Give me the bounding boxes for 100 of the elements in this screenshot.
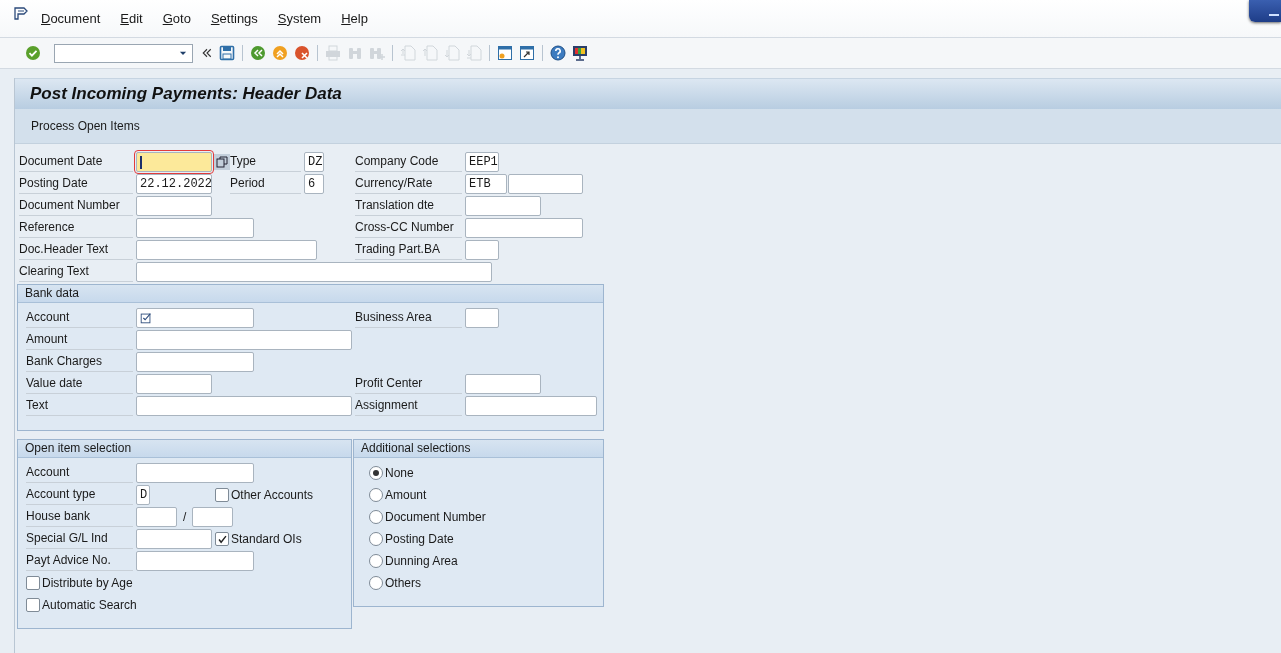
radio-label: None xyxy=(385,466,414,480)
field-label: Posting Date xyxy=(19,174,133,194)
menu-item[interactable]: Help xyxy=(341,11,368,26)
field-label: Text xyxy=(26,396,133,416)
field-label: Translation dte xyxy=(355,196,462,216)
group-title: Additional selections xyxy=(354,440,603,458)
field-label: Document Number xyxy=(19,196,133,216)
menu-item[interactable]: Edit xyxy=(120,11,143,26)
checkbox-label: Automatic Search xyxy=(42,598,137,612)
cancel-icon[interactable] xyxy=(294,45,310,61)
separator-slash: / xyxy=(182,510,188,524)
double-chevron-left-icon[interactable] xyxy=(201,47,213,59)
field-label: Trading Part.BA xyxy=(355,240,462,260)
window-control-button[interactable] xyxy=(1249,0,1281,22)
radio-button[interactable] xyxy=(369,532,383,546)
radio-label: Posting Date xyxy=(385,532,454,546)
group-title: Open item selection xyxy=(18,440,351,458)
menu-item[interactable]: Settings xyxy=(210,11,258,26)
checkbox[interactable] xyxy=(26,576,40,590)
checkbox[interactable] xyxy=(215,532,229,546)
field-label: Clearing Text xyxy=(19,262,133,282)
shortcut-icon[interactable] xyxy=(519,45,535,61)
field-label: Doc.Header Text xyxy=(19,240,133,260)
save-icon[interactable] xyxy=(219,45,235,61)
field-label: Bank Charges xyxy=(26,352,133,372)
input-field[interactable] xyxy=(465,218,583,238)
screen-title: Post Incoming Payments: Header Data xyxy=(30,84,342,104)
required-entry-icon xyxy=(139,311,153,325)
input-field[interactable] xyxy=(136,308,254,328)
input-field[interactable]: 6 xyxy=(304,174,324,194)
checkbox-label: Distribute by Age xyxy=(42,576,133,590)
checkbox-label: Other Accounts xyxy=(231,488,314,502)
radio-label: Amount xyxy=(385,488,427,502)
input-field[interactable] xyxy=(136,218,254,238)
input-field[interactable] xyxy=(136,262,492,282)
input-field[interactable] xyxy=(136,551,254,571)
field-label: Amount xyxy=(26,330,133,350)
input-field[interactable] xyxy=(465,308,499,328)
menu-item[interactable]: Goto xyxy=(162,11,191,26)
input-field[interactable] xyxy=(465,374,541,394)
enter-icon[interactable] xyxy=(25,45,41,61)
field-label: Currency/Rate xyxy=(355,174,462,194)
radio-button[interactable] xyxy=(369,554,383,568)
field-label: Reference xyxy=(19,218,133,238)
new-window-icon[interactable] xyxy=(497,45,513,61)
field-label: Cross-CC Number xyxy=(355,218,462,238)
radio-label: Document Number xyxy=(385,510,486,524)
input-field[interactable] xyxy=(136,352,254,372)
field-label: Special G/L Ind xyxy=(26,529,133,549)
checkbox[interactable] xyxy=(26,598,40,612)
copy-icon[interactable] xyxy=(214,153,230,171)
checkmark-icon xyxy=(216,533,228,545)
input-field[interactable] xyxy=(136,396,352,416)
field-label: Period xyxy=(230,174,301,194)
input-field[interactable] xyxy=(136,152,212,172)
field-label: Account xyxy=(26,308,133,328)
checkbox[interactable] xyxy=(215,488,229,502)
input-field[interactable] xyxy=(136,196,212,216)
group-title: Bank data xyxy=(18,285,603,303)
field-label: Account type xyxy=(26,485,133,505)
radio-button[interactable] xyxy=(369,466,383,480)
field-label: Document Date xyxy=(19,152,133,172)
checkbox-label: Standard OIs xyxy=(231,532,302,546)
exit-icon[interactable] xyxy=(272,45,288,61)
field-label: Type xyxy=(230,152,301,172)
field-label: House bank xyxy=(26,507,133,527)
command-field[interactable] xyxy=(54,43,193,63)
input-field[interactable] xyxy=(136,463,254,483)
input-field[interactable] xyxy=(508,174,583,194)
monitor-icon[interactable] xyxy=(572,45,588,61)
input-field[interactable]: DZ xyxy=(304,152,324,172)
field-label: Assignment xyxy=(355,396,462,416)
input-field[interactable] xyxy=(136,240,317,260)
menu-item[interactable]: Document xyxy=(41,11,101,26)
radio-button[interactable] xyxy=(369,510,383,524)
input-field[interactable] xyxy=(192,507,234,527)
menu-icon[interactable] xyxy=(14,5,30,22)
radio-button[interactable] xyxy=(369,576,383,590)
field-label: Account xyxy=(26,463,133,483)
input-field[interactable] xyxy=(136,330,352,350)
input-field[interactable] xyxy=(465,196,541,216)
input-field[interactable]: EEP1 xyxy=(465,152,499,172)
field-label: Payt Advice No. xyxy=(26,551,133,571)
back-icon[interactable] xyxy=(250,45,266,61)
radio-label: Dunning Area xyxy=(385,554,458,568)
input-field[interactable] xyxy=(465,240,499,260)
input-field[interactable] xyxy=(465,396,597,416)
help-icon[interactable] xyxy=(550,45,566,61)
input-field[interactable] xyxy=(136,374,212,394)
field-label: Value date xyxy=(26,374,133,394)
radio-button[interactable] xyxy=(369,488,383,502)
input-field[interactable]: D xyxy=(136,485,150,505)
input-field[interactable]: ETB xyxy=(465,174,507,194)
input-field[interactable] xyxy=(136,529,212,549)
input-field[interactable]: 22.12.2022 xyxy=(136,174,212,194)
process-open-items-button[interactable]: Process Open Items xyxy=(25,116,146,136)
field-label: Company Code xyxy=(355,152,462,172)
radio-label: Others xyxy=(385,576,421,590)
menu-item[interactable]: System xyxy=(277,11,322,26)
input-field[interactable] xyxy=(136,507,177,527)
